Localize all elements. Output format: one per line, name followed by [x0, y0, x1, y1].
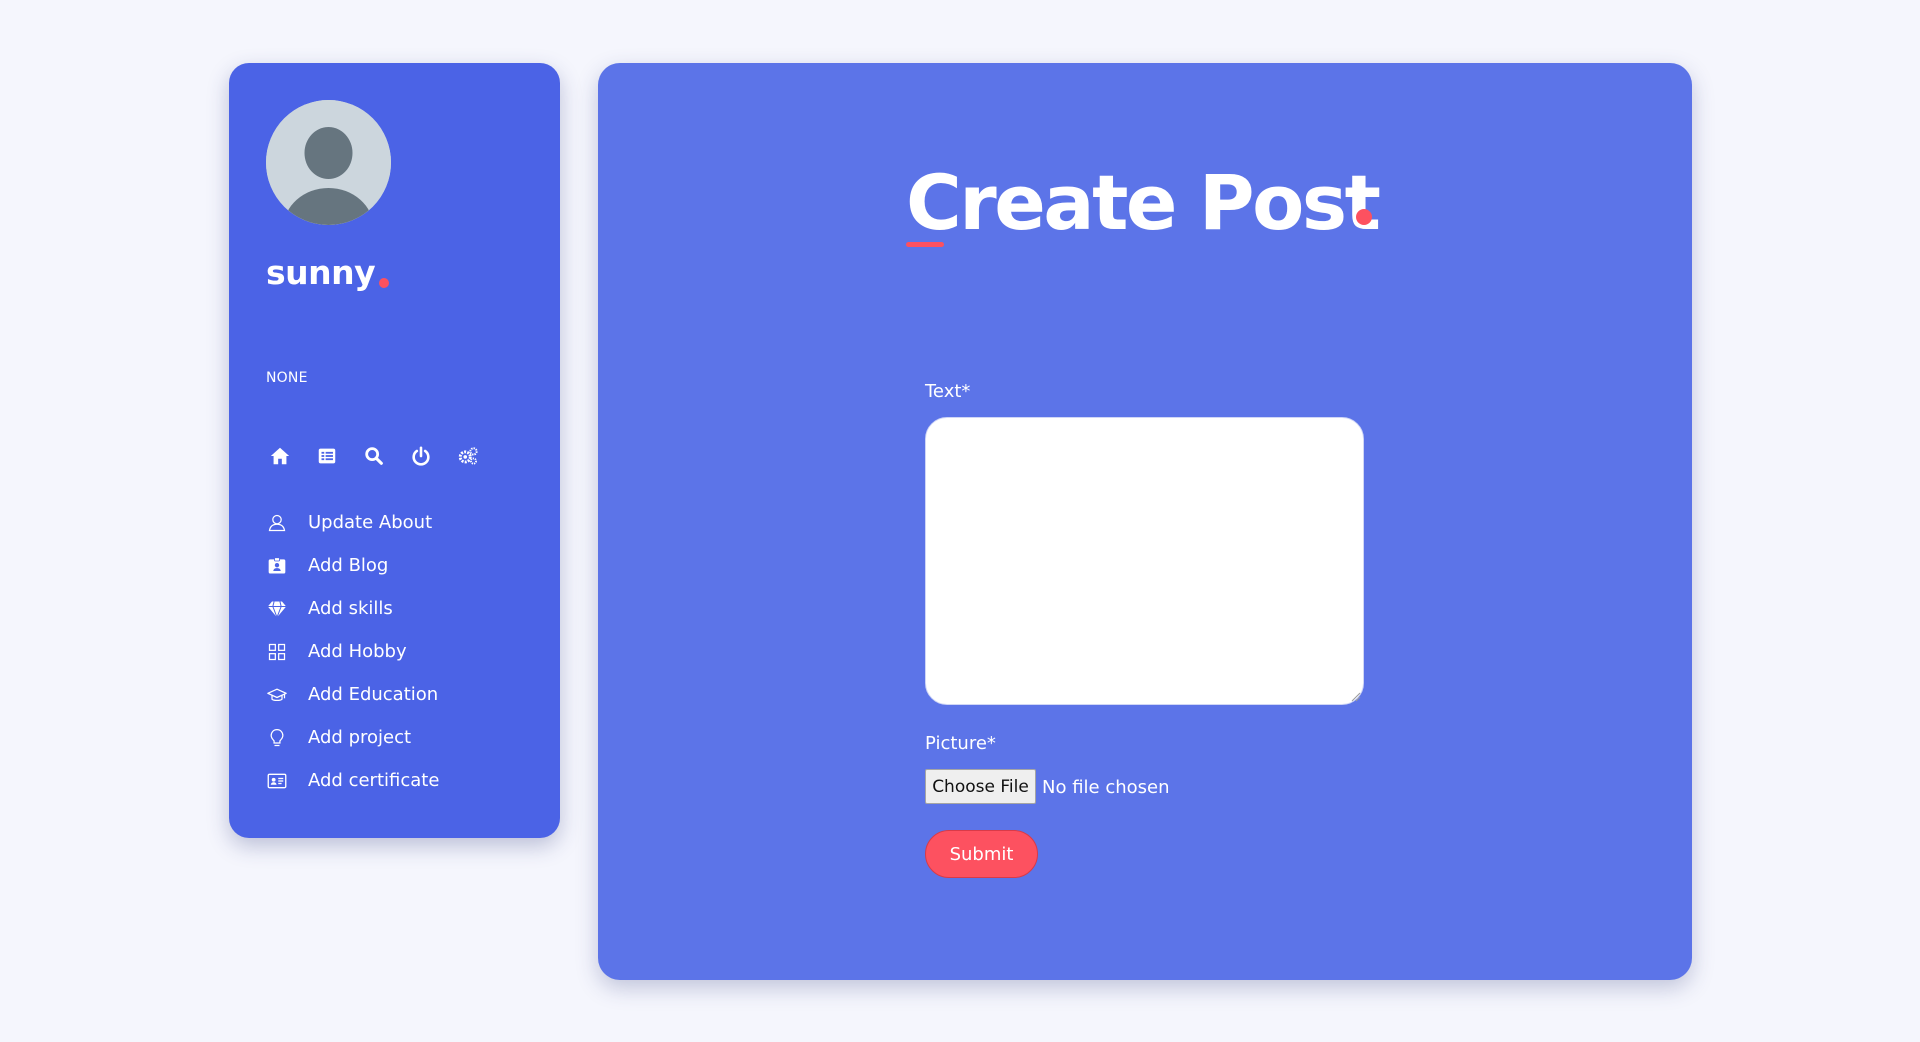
- menu-item-update-about[interactable]: Update About: [266, 501, 439, 544]
- user-name: sunny: [266, 253, 376, 292]
- diamond-icon: [266, 598, 288, 620]
- avatar[interactable]: [266, 100, 391, 225]
- id-badge-icon: [266, 555, 288, 577]
- avatar-placeholder-icon: [266, 100, 391, 225]
- menu-item-add-education[interactable]: Add Education: [266, 673, 439, 716]
- cogs-icon[interactable]: [457, 444, 504, 468]
- id-card-icon: [266, 770, 288, 792]
- user-role: NONE: [266, 370, 308, 386]
- text-field-label: Text*: [925, 381, 971, 402]
- menu-item-label: Add Hobby: [308, 641, 407, 662]
- picture-field-label: Picture*: [925, 733, 996, 754]
- home-icon[interactable]: [269, 444, 316, 468]
- menu-item-add-certificate[interactable]: Add certificate: [266, 759, 439, 802]
- name-accent-dot: [379, 278, 389, 288]
- list-icon[interactable]: [316, 444, 363, 468]
- create-post-panel: Create Post Text* Picture* Choose File N…: [598, 63, 1692, 980]
- menu-item-add-hobby[interactable]: Add Hobby: [266, 630, 439, 673]
- menu-item-label: Update About: [308, 512, 433, 533]
- resize-grip-icon[interactable]: [1350, 691, 1361, 702]
- choose-file-button[interactable]: Choose File: [925, 769, 1036, 804]
- post-text-input[interactable]: [925, 417, 1364, 705]
- menu-item-add-blog[interactable]: Add Blog: [266, 544, 439, 587]
- menu-item-label: Add certificate: [308, 770, 440, 791]
- menu-item-label: Add project: [308, 727, 412, 748]
- power-icon[interactable]: [410, 444, 457, 468]
- menu-item-add-skills[interactable]: Add skills: [266, 587, 439, 630]
- file-status-text: No file chosen: [1042, 777, 1170, 798]
- sidebar: sunny NONE Update About Add Blog Add ski…: [229, 63, 560, 838]
- menu-item-label: Add skills: [308, 598, 393, 619]
- grid-icon: [266, 641, 288, 663]
- search-icon[interactable]: [363, 444, 410, 468]
- sidebar-menu: Update About Add Blog Add skills Add Hob…: [266, 501, 439, 802]
- menu-item-label: Add Blog: [308, 555, 389, 576]
- user-icon: [266, 512, 288, 534]
- menu-item-add-project[interactable]: Add project: [266, 716, 439, 759]
- lightbulb-icon: [266, 727, 288, 749]
- title-underline: [906, 242, 944, 247]
- quick-icons: [269, 444, 504, 468]
- submit-button[interactable]: Submit: [925, 830, 1038, 878]
- page-title: Create Post: [906, 158, 1381, 247]
- title-accent-dot: [1356, 209, 1372, 225]
- graduation-cap-icon: [266, 684, 288, 706]
- menu-item-label: Add Education: [308, 684, 439, 705]
